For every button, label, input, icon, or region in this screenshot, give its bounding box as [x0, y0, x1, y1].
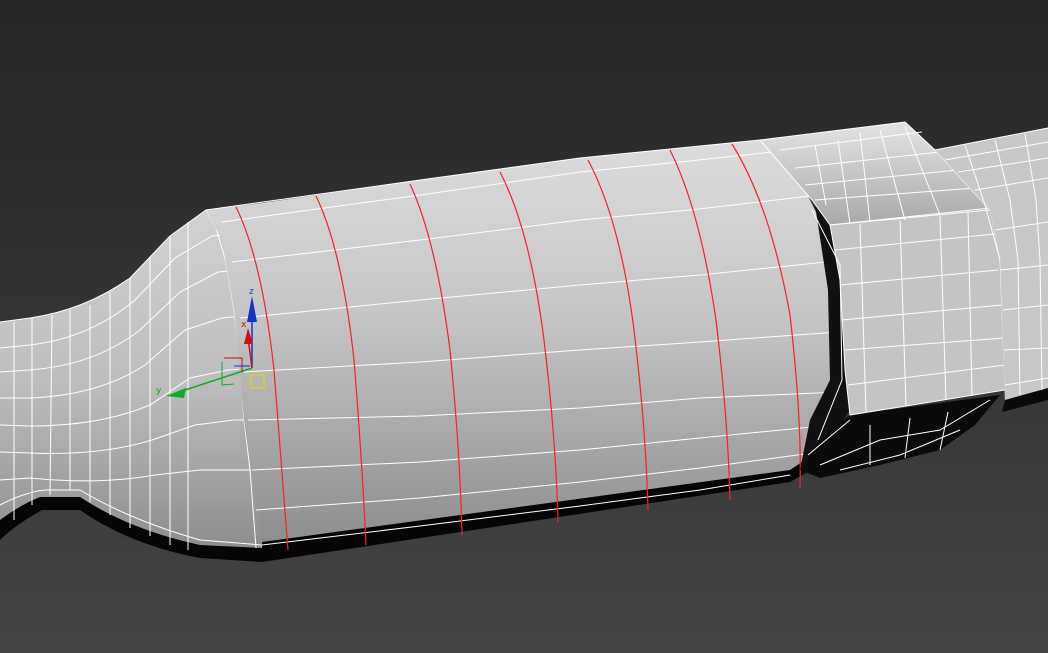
main-cylinder-mesh[interactable] [205, 139, 841, 562]
gizmo-y-label: y [156, 386, 162, 396]
left-neck-mesh[interactable] [0, 205, 263, 562]
3d-viewport[interactable]: z x y [0, 0, 1048, 653]
gizmo-z-label: z [249, 287, 254, 297]
viewport-scene[interactable]: z x y [0, 0, 1048, 653]
gizmo-x-label: x [241, 320, 247, 330]
